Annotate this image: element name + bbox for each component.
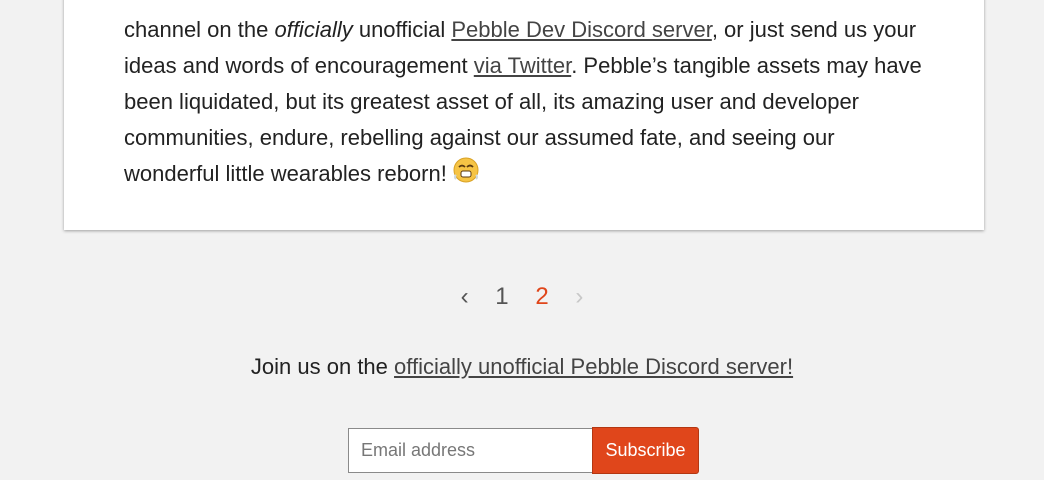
join-discord-line: Join us on the officially unofficial Peb… xyxy=(0,350,1044,384)
article-text: unofficial xyxy=(352,17,452,42)
next-page-icon: › xyxy=(575,283,584,310)
article-paragraph: channel on the officially unofficial Peb… xyxy=(124,12,924,194)
steam-face-emoji-icon xyxy=(453,157,479,194)
article-text: channel on the xyxy=(124,17,275,42)
article-card: channel on the officially unofficial Peb… xyxy=(64,0,984,230)
twitter-link[interactable]: via Twitter xyxy=(474,53,571,78)
pebble-discord-link[interactable]: officially unofficial Pebble Discord ser… xyxy=(394,354,793,379)
subscribe-button[interactable]: Subscribe xyxy=(592,427,699,474)
previous-page-icon[interactable]: ‹ xyxy=(461,280,469,314)
current-page: 2 xyxy=(535,283,549,310)
pagination: ‹ 1 2 › xyxy=(0,280,1044,314)
join-text: Join us on the xyxy=(250,354,395,379)
article-emphasis: officially xyxy=(274,17,353,42)
pebble-dev-discord-link[interactable]: Pebble Dev Discord server xyxy=(451,17,711,42)
subscribe-form: Subscribe xyxy=(348,427,699,475)
email-field[interactable] xyxy=(348,428,592,473)
page-1-link[interactable]: 1 xyxy=(495,280,508,314)
